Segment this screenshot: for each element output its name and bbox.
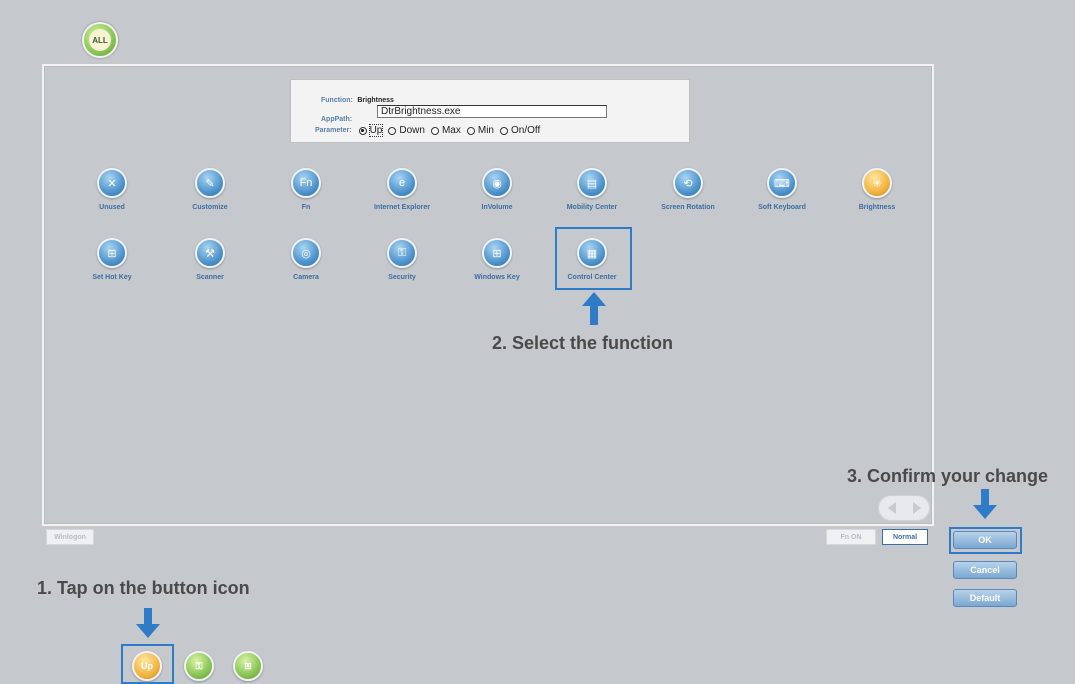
function-label-security: Security <box>388 274 416 281</box>
arrow-left-icon[interactable] <box>887 502 896 514</box>
option-up-label: Up <box>368 124 384 137</box>
function-windows-key[interactable]: ⊞ Windows Key <box>452 238 542 281</box>
ok-button[interactable]: OK <box>953 531 1017 549</box>
function-label-mobility-center: Mobility Center <box>566 204 618 211</box>
control-center-highlight <box>555 227 632 290</box>
annotation-step2: 2. Select the function <box>492 333 674 353</box>
parameter-label: Parameter: <box>315 127 352 134</box>
camera-icon: ◎ <box>291 238 321 268</box>
winlogon-button[interactable]: Winlogon <box>46 529 94 545</box>
arrow-up-shaft <box>590 305 598 325</box>
fn-icon: Fn <box>291 168 321 198</box>
function-brightness[interactable]: ☀ Brightness <box>832 168 922 211</box>
radio-onoff[interactable] <box>499 126 508 135</box>
function-set-hot-key[interactable]: ⊞ Set Hot Key <box>67 238 157 281</box>
function-screen-rotation[interactable]: ⟲ Screen Rotation <box>643 168 733 211</box>
customize-icon: ✎ <box>195 168 225 198</box>
function-internet-explorer[interactable]: e Internet Explorer <box>357 168 447 211</box>
radio-down[interactable] <box>388 126 397 135</box>
function-label-screen-rotation: Screen Rotation <box>661 204 715 211</box>
apppath-row: AppPath: <box>321 108 352 126</box>
windows-icon-bottom: ⊞ <box>244 660 252 671</box>
keyboard-icon: ⌨ <box>767 168 797 198</box>
function-label-brightness: Brightness <box>858 204 896 211</box>
internet-explorer-icon: e <box>387 168 417 198</box>
function-label-customize: Customize <box>192 204 228 211</box>
parameter-row: Parameter: Up Down Max Min On/Off <box>315 124 542 137</box>
key-icon-bottom: ⚿ <box>195 660 203 671</box>
function-label-unused: Unused <box>99 204 125 211</box>
apppath-label: AppPath: <box>321 116 353 123</box>
apppath-input[interactable]: DtrBrightness.exe <box>377 105 607 118</box>
function-label-soft-keyboard: Soft Keyboard <box>758 204 806 211</box>
option-onoff-label: On/Off <box>510 125 541 136</box>
arrow-ok-shaft <box>981 489 989 505</box>
fn-on-button[interactable]: Fn ON <box>826 529 876 545</box>
radio-min[interactable] <box>466 126 475 135</box>
function-security[interactable]: ⚿ Security <box>357 238 447 281</box>
normal-button[interactable]: Normal <box>882 529 928 545</box>
function-unused[interactable]: ✕ Unused <box>67 168 157 211</box>
option-min-label: Min <box>477 125 494 136</box>
all-button[interactable]: ALL <box>82 22 118 58</box>
function-scanner[interactable]: ⚒ Scanner <box>165 238 255 281</box>
annotation-step3: 3. Confirm your change <box>847 466 1049 486</box>
mobility-center-icon: ▤ <box>577 168 607 198</box>
unused-icon: ✕ <box>97 168 127 198</box>
windows-icon: ⊞ <box>482 238 512 268</box>
option-max-label: Max <box>441 125 461 136</box>
function-soft-keyboard[interactable]: ⌨ Soft Keyboard <box>737 168 827 211</box>
function-label-internet-explorer: Internet Explorer <box>373 204 430 211</box>
function-mobility-center[interactable]: ▤ Mobility Center <box>547 168 637 211</box>
screen-rotation-icon: ⟲ <box>673 168 703 198</box>
volume-icon: ◉ <box>482 168 512 198</box>
function-label-windows-key: Windows Key <box>474 274 520 281</box>
arrow-ok-indicator <box>973 505 997 519</box>
option-down-label: Down <box>399 125 425 136</box>
arrow-right-icon[interactable] <box>912 502 921 514</box>
function-camera[interactable]: ◎ Camera <box>261 238 351 281</box>
arrow-up-button-shaft <box>144 608 152 624</box>
all-label: ALL <box>89 29 111 51</box>
arrow-up-indicator <box>582 292 606 306</box>
key-icon: ⚿ <box>387 238 417 268</box>
function-customize[interactable]: ✎ Customize <box>165 168 255 211</box>
scanner-icon: ⚒ <box>195 238 225 268</box>
function-label-scanner: Scanner <box>196 274 224 281</box>
function-involume[interactable]: ◉ InVolume <box>452 168 542 211</box>
function-label-set-hot-key: Set Hot Key <box>92 274 132 281</box>
function-label-involume: InVolume <box>481 204 513 211</box>
cancel-button[interactable]: Cancel <box>953 561 1017 579</box>
function-info-box: Function: Brightness AppPath: DtrBrightn… <box>290 79 690 143</box>
annotation-step1: 1. Tap on the button icon <box>37 578 250 598</box>
default-button[interactable]: Default <box>953 589 1017 607</box>
hot-key-icon: ⊞ <box>97 238 127 268</box>
up-hotkey-label: Up <box>141 661 153 671</box>
page-navigation[interactable] <box>878 495 930 521</box>
function-label-fn: Fn <box>301 204 311 211</box>
arrow-up-button-indicator <box>136 624 160 638</box>
function-fn[interactable]: Fn Fn <box>261 168 351 211</box>
function-label-camera: Camera <box>293 274 319 281</box>
function-value: Brightness <box>357 97 394 104</box>
radio-up[interactable] <box>358 126 367 135</box>
brightness-icon: ☀ <box>862 168 892 198</box>
radio-max[interactable] <box>430 126 439 135</box>
function-label: Function: <box>321 97 353 104</box>
